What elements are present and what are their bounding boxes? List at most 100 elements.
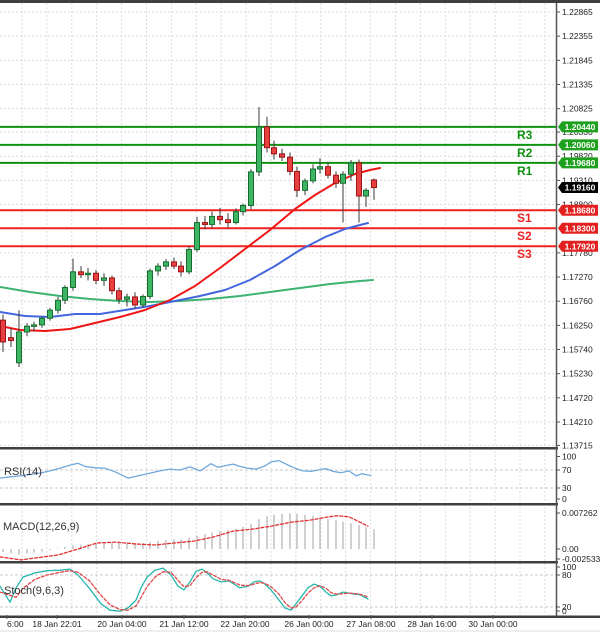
panel-separator (0, 447, 558, 450)
candle-body (141, 296, 146, 305)
candle-body (241, 206, 246, 212)
support-badge-s2: 1.18300 (558, 223, 598, 234)
resistance-label-r2: R2 (517, 147, 532, 159)
panel-separator (0, 561, 558, 564)
candle-body (17, 332, 22, 363)
support-badge-s1: 1.18680 (558, 205, 598, 216)
resistance-badge-r1: 1.19680 (558, 157, 598, 168)
candle-body (125, 297, 130, 299)
candle-body (110, 278, 115, 291)
chart-background (0, 0, 600, 635)
price-axis-label: 1.14720 (562, 393, 593, 403)
candle-body (164, 262, 169, 266)
rsi-axis-label: 30 (562, 483, 572, 493)
candle-body (326, 167, 331, 176)
candle-body (25, 326, 30, 332)
candle-body (1, 320, 6, 342)
rsi-indicator-label: RSI(14) (4, 466, 42, 478)
price-axis-label: 1.22355 (562, 31, 593, 41)
candle-body (9, 338, 14, 341)
time-axis-label: 18 Jan 22:01 (32, 619, 81, 629)
macd-axis-label: 0.007262 (562, 508, 598, 518)
candle-body (249, 172, 254, 206)
candle-body (94, 273, 99, 280)
candle-body (133, 297, 138, 305)
candle-body (349, 163, 354, 174)
time-axis-label: 22 Jan 20:00 (220, 619, 269, 629)
candle-body (63, 287, 68, 300)
price-chart-canvas[interactable]: 1.228651.223551.218451.213351.208251.203… (0, 0, 600, 635)
candle-body (187, 250, 192, 272)
candle-body (156, 266, 161, 271)
support-label-s2: S2 (517, 230, 532, 242)
rsi-axis-label: 0 (562, 494, 567, 504)
price-axis-label: 1.20825 (562, 104, 593, 114)
candle-body (218, 216, 223, 219)
candle-body (102, 278, 107, 280)
candle-body (203, 223, 208, 225)
macd-indicator-label: MACD(12,26,9) (3, 521, 79, 533)
candle-body (148, 271, 153, 297)
time-axis-line (0, 616, 600, 619)
candle-body (257, 127, 262, 172)
support-label-s1: S1 (517, 212, 532, 224)
price-axis-label: 1.14210 (562, 417, 593, 427)
candle-body (117, 291, 122, 300)
price-axis-label: 1.13715 (562, 440, 593, 450)
candle-body (311, 169, 316, 181)
support-badge-s1-text: 1.18680 (565, 205, 596, 215)
time-axis-label: 27 Jan 08:00 (346, 619, 395, 629)
current-price-badge-text: 1.19160 (565, 183, 596, 193)
rsi-axis-label: 70 (562, 465, 572, 475)
candle-body (48, 310, 53, 318)
resistance-badge-r3-text: 1.20440 (565, 122, 596, 132)
price-axis-label: 1.21335 (562, 79, 593, 89)
resistance-badge-r3: 1.20440 (558, 121, 598, 132)
resistance-label-r3: R3 (517, 129, 532, 141)
price-axis-label: 1.15740 (562, 345, 593, 355)
candle-body (341, 174, 346, 183)
resistance-badge-r2: 1.20060 (558, 139, 598, 150)
time-axis-label: 30 Jan 00:00 (468, 619, 517, 629)
chart-window: 1.228651.223551.218451.213351.208251.203… (0, 0, 600, 635)
time-axis-label: 20 Jan 04:00 (97, 619, 146, 629)
price-axis-label: 1.16250 (562, 320, 593, 330)
current-price-badge: 1.19160 (558, 182, 598, 193)
candle-body (79, 272, 84, 275)
candle-body (195, 223, 200, 250)
candle-body (71, 272, 76, 288)
candle-body (234, 212, 239, 223)
support-label-s3: S3 (517, 248, 532, 260)
support-badge-s3-text: 1.17920 (565, 241, 596, 251)
stoch-axis-label: 80 (562, 570, 572, 580)
price-axis-label: 1.16760 (562, 296, 593, 306)
candle-body (295, 171, 300, 190)
candle-body (288, 157, 293, 171)
candle-body (172, 262, 177, 266)
resistance-badge-r1-text: 1.19680 (565, 158, 596, 168)
time-axis-label: 21 Jan 12:00 (159, 619, 208, 629)
price-axis-label: 1.15230 (562, 369, 593, 379)
candle-body (32, 325, 37, 327)
candle-body (226, 220, 231, 223)
candle-body (303, 181, 308, 190)
price-axis-label: 1.22865 (562, 7, 593, 17)
time-axis-label: 28 Jan 16:00 (407, 619, 456, 629)
candle-body (364, 190, 369, 196)
candle-body (86, 273, 91, 275)
candle-body (210, 216, 215, 224)
support-badge-s3: 1.17920 (558, 241, 598, 252)
candle-body (179, 266, 184, 272)
stoch-axis-label: 0 (562, 606, 567, 616)
resistance-label-r1: R1 (517, 165, 532, 177)
support-badge-s2-text: 1.18300 (565, 223, 596, 233)
macd-axis-label: 0.00 (562, 544, 579, 554)
rsi-axis-label: 100 (562, 452, 576, 462)
price-axis-label: 1.17270 (562, 272, 593, 282)
time-axis-label: 6:00 (7, 619, 24, 629)
candle-body (318, 167, 323, 169)
window-top-border (0, 0, 600, 3)
candle-body (56, 300, 61, 310)
candle-body (40, 318, 45, 325)
candle-body (272, 148, 277, 154)
